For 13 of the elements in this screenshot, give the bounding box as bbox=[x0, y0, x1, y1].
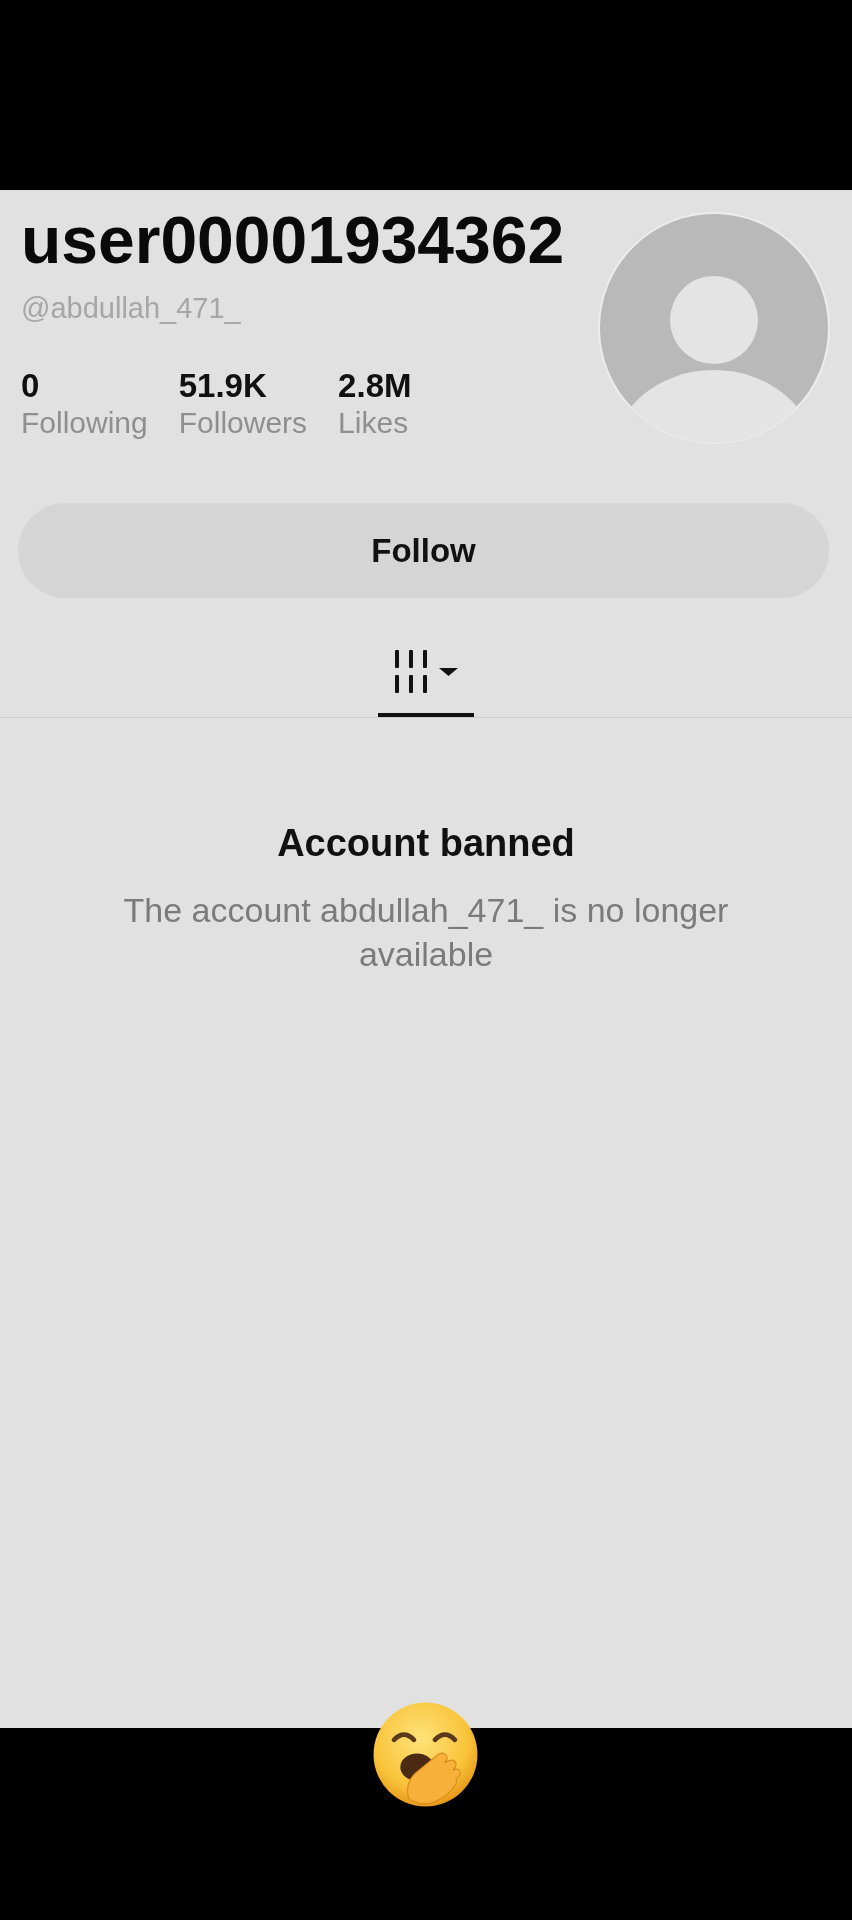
yawning-face-icon bbox=[373, 1702, 478, 1807]
notice-message: The account abdullah_471_ is no longer available bbox=[122, 890, 730, 975]
caret-icon bbox=[439, 667, 458, 676]
stat-label: Following bbox=[21, 405, 148, 441]
stat-value: 2.8M bbox=[338, 366, 412, 406]
stat-value: 51.9K bbox=[178, 366, 267, 406]
stat-value: 0 bbox=[21, 366, 40, 406]
notice-title: Account banned bbox=[277, 821, 575, 866]
follow-button[interactable]: Follow bbox=[18, 503, 829, 598]
stat-label: Likes bbox=[338, 405, 409, 441]
stat-label: Followers bbox=[178, 405, 308, 441]
username-handle: @abdullah_471_ bbox=[21, 291, 241, 325]
display-name: user00001934362 bbox=[21, 202, 565, 278]
